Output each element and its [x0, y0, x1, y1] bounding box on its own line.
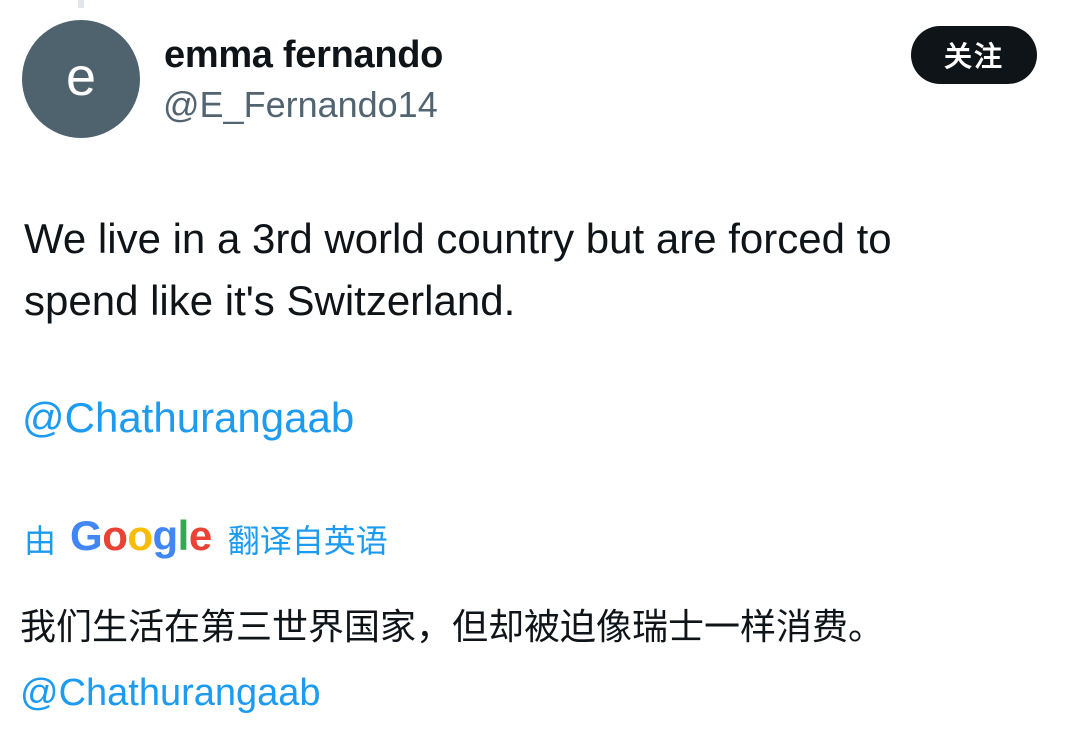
tweet-text: We live in a 3rd world country but are f… [24, 208, 1044, 332]
translated-by-label: 由 [24, 523, 57, 559]
tweet-text-line: spend like it's Switzerland. [24, 277, 516, 324]
google-logo-letter: o [127, 512, 153, 559]
google-logo-letter: o [102, 512, 128, 559]
user-handle[interactable]: @E_Fernando14 [163, 84, 438, 126]
display-name[interactable]: emma fernando [164, 34, 443, 77]
translated-mention-link[interactable]: @Chathurangaab [20, 672, 321, 715]
translated-from-label: 翻译自英语 [227, 523, 388, 559]
mention-link[interactable]: @Chathurangaab [22, 394, 354, 442]
thread-connector-line [78, 0, 84, 8]
google-logo: G o o g l e [70, 512, 212, 560]
avatar-letter: e [65, 47, 97, 107]
google-logo-letter: e [188, 512, 212, 559]
google-logo-letter: G [70, 512, 103, 559]
translated-tweet-text: 我们生活在第三世界国家，但却被迫像瑞士一样消费。 [20, 606, 885, 647]
google-logo-letter: g [152, 512, 179, 559]
tweet-text-line: We live in a 3rd world country but are f… [24, 215, 892, 262]
translation-attribution[interactable]: 由 G o o g l e 翻译自英语 [24, 512, 388, 564]
follow-button[interactable]: 关注 [911, 26, 1037, 84]
avatar[interactable]: e [22, 20, 140, 138]
google-logo-letter: l [177, 512, 190, 559]
